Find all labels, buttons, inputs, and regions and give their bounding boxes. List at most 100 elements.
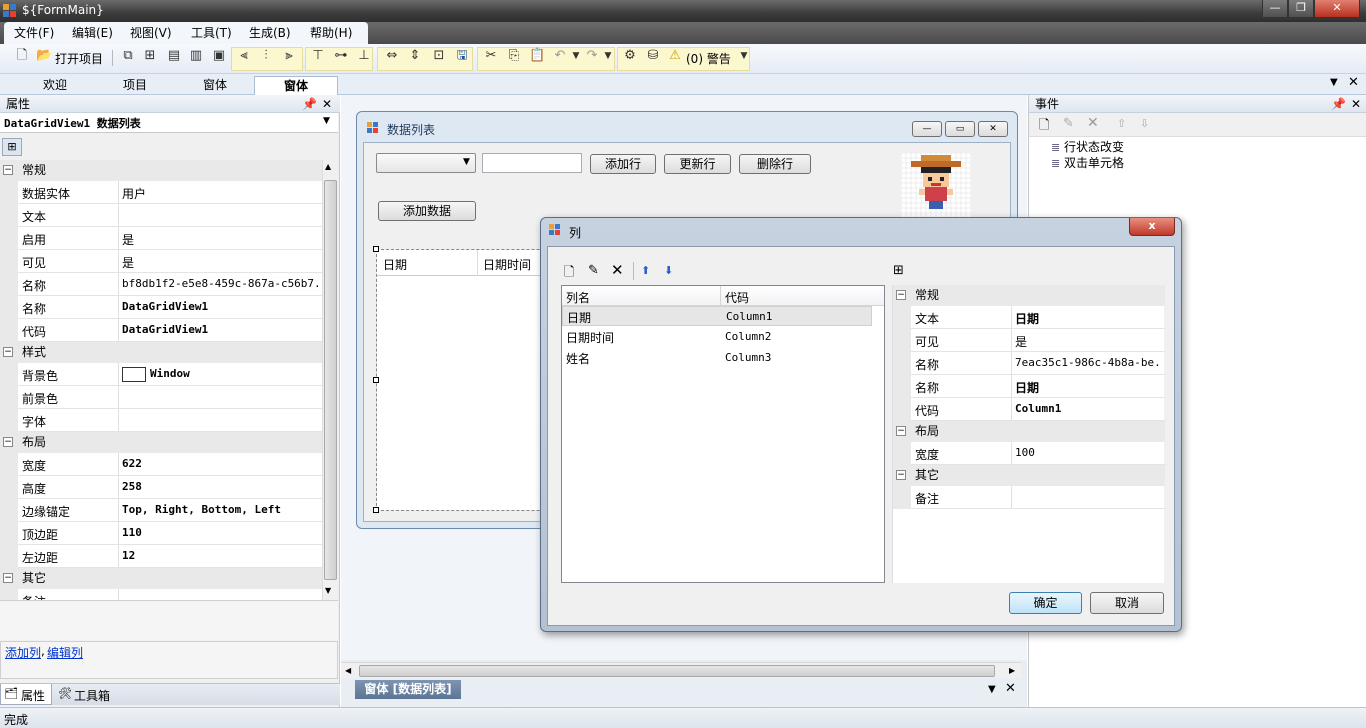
property-value[interactable]: 是 (1015, 333, 1163, 350)
form-close-button[interactable]: ✕ (978, 121, 1008, 137)
collapse-icon[interactable]: − (3, 347, 13, 357)
redo-icon[interactable]: ↷ (584, 48, 600, 64)
same-width-icon[interactable]: ⇔ (384, 48, 400, 64)
move-up-icon[interactable]: ⇧ (1117, 117, 1126, 130)
new-event-icon[interactable]: 🗋 (1039, 116, 1049, 138)
align-grid-icon[interactable]: ▤ (166, 48, 182, 64)
property-row[interactable]: 边缘锚定 Top, Right, Bottom, Left (0, 499, 322, 522)
property-row[interactable]: 备注 (0, 589, 322, 600)
warning-icon[interactable]: ⚠ (667, 48, 683, 64)
scroll-right-icon[interactable]: ▶ (1009, 666, 1015, 675)
tab-form[interactable]: 窗体 (188, 76, 242, 95)
form-minimize-button[interactable]: — (912, 121, 942, 137)
collapse-icon[interactable]: − (896, 470, 906, 480)
property-value[interactable]: 100 (1015, 446, 1163, 459)
property-value[interactable]: 是 (122, 231, 320, 248)
tab-list-dropdown-icon[interactable]: ▼ (1330, 77, 1338, 88)
search-textbox[interactable] (482, 153, 582, 173)
property-row[interactable]: 背景色 Window (0, 363, 322, 386)
scroll-up-icon[interactable]: ▲ (325, 162, 331, 171)
tab-form-datalist[interactable]: 窗体 [数据列表] (355, 680, 461, 699)
property-row[interactable]: 名称 7eac35c1-986c-4b8a-be... (893, 352, 1165, 375)
property-category-layout[interactable]: − 布局 (893, 421, 1165, 442)
property-value[interactable]: 258 (122, 480, 320, 493)
resize-handle[interactable] (373, 507, 379, 513)
build-icon[interactable]: ⚙ (622, 48, 638, 64)
redo-dropdown-icon[interactable]: ▼ (600, 48, 616, 64)
align-left-icon[interactable]: ⫷ (236, 48, 252, 64)
collapse-icon[interactable]: − (3, 165, 13, 175)
close-icon[interactable]: ✕ (1005, 681, 1016, 696)
column-list-item[interactable]: 日期时间 Column2 (562, 327, 872, 347)
scroll-thumb[interactable] (324, 180, 337, 580)
property-category-general[interactable]: − 常规 (0, 160, 322, 181)
property-value[interactable]: Top, Right, Bottom, Left (122, 503, 320, 516)
designer-hscrollbar[interactable]: ◀ ▶ (341, 662, 1021, 678)
property-value[interactable]: 12 (122, 549, 320, 562)
collapse-icon[interactable]: − (3, 437, 13, 447)
tab-project[interactable]: 项目 (108, 76, 162, 95)
publish-icon[interactable]: ⛁ (645, 48, 661, 64)
event-item[interactable]: ≣ 行状态改变 (1051, 138, 1124, 155)
open-folder-icon[interactable]: 📂 (36, 48, 52, 64)
chevron-down-icon[interactable]: ▼ (323, 116, 330, 126)
header-column-name[interactable]: 列名 (566, 289, 590, 306)
align-right-icon[interactable]: ⫸ (281, 48, 297, 64)
column-list-item[interactable]: 姓名 Column3 (562, 348, 872, 368)
tab-toolbox[interactable]: 🛠 工具箱 (56, 684, 120, 705)
add-column-link[interactable]: 添加列 (5, 644, 41, 661)
close-button[interactable]: ✕ (1314, 0, 1360, 18)
property-row[interactable]: 备注 (893, 486, 1165, 509)
entity-combobox[interactable]: ▼ (376, 153, 476, 173)
scroll-down-icon[interactable]: ▼ (325, 586, 331, 595)
property-row[interactable]: 宽度 622 (0, 453, 322, 476)
new-file-icon[interactable]: 🗋 (14, 48, 30, 64)
image-icon[interactable]: ▣ (211, 48, 227, 64)
copy-icon[interactable]: ⎘ (506, 48, 522, 64)
move-up-icon[interactable]: ⬆ (641, 264, 650, 277)
open-project-button[interactable]: 打开项目 (55, 50, 103, 67)
property-value[interactable]: 日期 (1015, 310, 1163, 327)
undo-dropdown-icon[interactable]: ▼ (568, 48, 584, 64)
datagrid-header-datetime[interactable]: 日期时间 (483, 256, 531, 273)
property-row[interactable]: 左边距 12 (0, 545, 322, 568)
property-row[interactable]: 名称 bf8db1f2-e5e8-459c-867a-c56b7... (0, 273, 322, 296)
property-value[interactable]: 7eac35c1-986c-4b8a-be... (1015, 356, 1163, 369)
insert-icon[interactable]: ⊞ (142, 48, 158, 64)
property-value[interactable]: 日期 (1015, 379, 1163, 396)
paste-icon[interactable]: 📋 (529, 48, 545, 64)
delete-column-icon[interactable]: ✕ (611, 261, 624, 279)
event-item[interactable]: ≣ 双击单元格 (1051, 154, 1124, 171)
property-row[interactable]: 字体 (0, 409, 322, 432)
property-row[interactable]: 宽度 100 (893, 442, 1165, 465)
property-pages-icon[interactable]: ⊞ (2, 138, 22, 156)
property-category-layout[interactable]: − 布局 (0, 432, 322, 453)
collapse-icon[interactable]: − (896, 290, 906, 300)
property-category-other[interactable]: − 其它 (0, 568, 322, 589)
property-row[interactable]: 顶边距 110 (0, 522, 322, 545)
property-row[interactable]: 可见 是 (893, 329, 1165, 352)
hscroll-thumb[interactable] (359, 665, 995, 677)
menu-help[interactable]: 帮助(H) (304, 24, 358, 42)
close-panel-icon[interactable]: ✕ (320, 95, 334, 113)
tab-form-active[interactable]: 窗体 (254, 76, 338, 95)
column-list-item[interactable]: 日期 Column1 (562, 306, 872, 326)
pin-icon[interactable]: 📌 (1331, 95, 1346, 113)
property-category-style[interactable]: − 样式 (0, 342, 322, 363)
resize-handle[interactable] (373, 377, 379, 383)
property-value[interactable]: 110 (122, 526, 320, 539)
add-data-button[interactable]: 添加数据 (378, 201, 476, 221)
property-value[interactable]: 用户 (122, 185, 320, 202)
ok-button[interactable]: 确定 (1009, 592, 1082, 614)
property-value[interactable]: Window (150, 367, 190, 380)
move-down-icon[interactable]: ⬇ (664, 264, 673, 277)
object-selector[interactable]: DataGridView1 数据列表 ▼ (0, 113, 338, 133)
property-value[interactable]: 是 (122, 254, 320, 271)
property-scrollbar[interactable]: ▲ ▼ (322, 160, 338, 600)
tab-welcome[interactable]: 欢迎 (28, 76, 82, 95)
align-bottom-icon[interactable]: ⊥ (356, 48, 372, 64)
dialog-close-button[interactable]: x (1129, 218, 1175, 236)
property-category-other[interactable]: − 其它 (893, 465, 1165, 486)
move-down-icon[interactable]: ⇩ (1140, 117, 1149, 130)
property-category-general[interactable]: − 常规 (893, 285, 1165, 306)
